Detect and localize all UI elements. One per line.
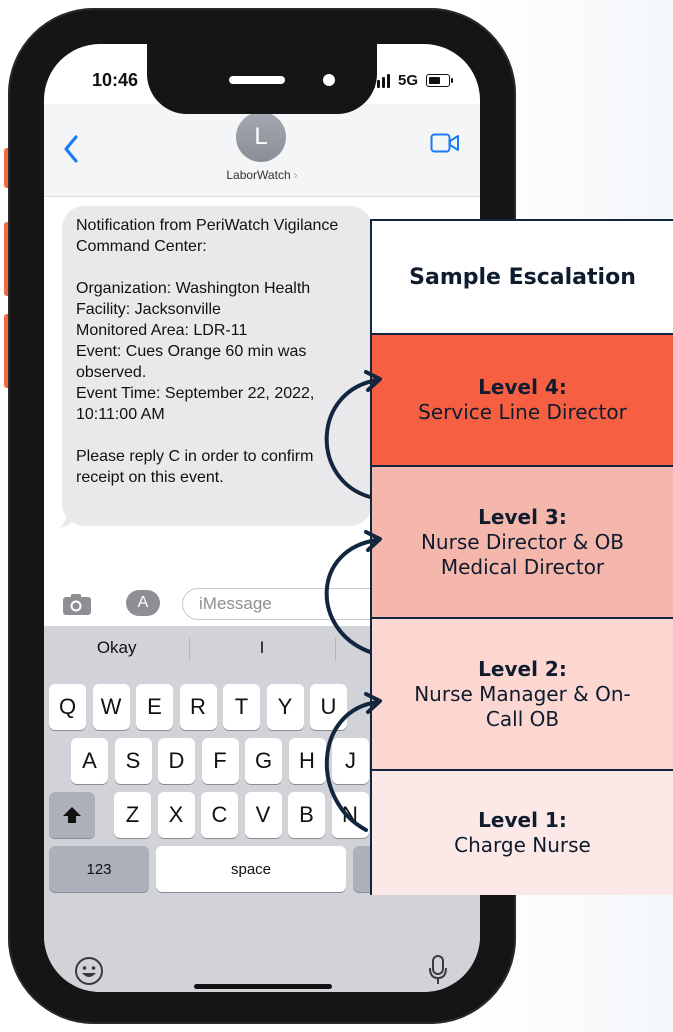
battery-icon [426, 74, 454, 87]
contact-avatar[interactable]: L [236, 112, 286, 162]
escalation-level-2: Level 2: Nurse Manager & On-Call OB [372, 617, 673, 769]
key-b[interactable]: B [288, 792, 325, 838]
network-label: 5G [398, 72, 419, 89]
chevron-right-icon: › [293, 168, 298, 182]
key-h[interactable]: H [288, 738, 326, 784]
key-a[interactable]: A [71, 738, 108, 784]
message-text: Notification from PeriWatch Vigilance Co… [76, 217, 339, 486]
shift-key[interactable] [49, 792, 95, 838]
status-indicators: 5G [372, 72, 454, 89]
key-d[interactable]: D [158, 738, 195, 784]
numbers-key[interactable]: 123 [49, 846, 149, 892]
key-q[interactable]: Q [49, 684, 86, 730]
front-camera [323, 74, 335, 86]
key-f[interactable]: F [201, 738, 239, 784]
shift-arrow-icon [63, 807, 81, 823]
level-role: Nurse Manager & On-Call OB [414, 681, 631, 731]
escalation-level-4: Level 4: Service Line Director [372, 333, 673, 465]
level-label: Level 1: [478, 808, 567, 832]
level-label: Level 3: [478, 504, 567, 529]
space-key[interactable]: space [156, 846, 346, 892]
video-call-icon[interactable] [430, 132, 460, 154]
key-r[interactable]: R [179, 684, 217, 730]
message-bubble[interactable]: Notification from PeriWatch Vigilance Co… [62, 206, 372, 526]
escalation-level-3: Level 3: Nurse Director & OB Medical Dir… [372, 465, 673, 617]
key-n[interactable]: N [331, 792, 369, 838]
conversation-header: L LaborWatch › [44, 104, 480, 197]
microphone-icon[interactable] [428, 954, 448, 986]
notch [147, 44, 377, 114]
escalation-title: Sample Escalation [409, 264, 636, 290]
key-z[interactable]: Z [114, 792, 151, 838]
key-w[interactable]: W [92, 684, 130, 730]
key-y[interactable]: Y [266, 684, 304, 730]
key-s[interactable]: S [114, 738, 152, 784]
level-role: Nurse Director & OB Medical Director [420, 529, 625, 579]
key-v[interactable]: V [244, 792, 282, 838]
contact-name-row[interactable]: LaborWatch › [44, 168, 480, 182]
escalation-level-1: Level 1: Charge Nurse [372, 769, 673, 895]
app-store-icon[interactable]: A [126, 590, 160, 616]
key-x[interactable]: X [157, 792, 195, 838]
battery-fill [429, 77, 441, 84]
key-c[interactable]: C [201, 792, 238, 838]
status-time: 10:46 [92, 70, 139, 90]
escalation-panel: Sample Escalation Level 4: Service Line … [370, 219, 673, 895]
speaker [229, 76, 285, 84]
camera-icon[interactable] [62, 592, 92, 616]
key-e[interactable]: E [136, 684, 173, 730]
key-u[interactable]: U [310, 684, 347, 730]
level-label: Level 2: [478, 656, 567, 681]
back-chevron-icon[interactable] [62, 134, 80, 164]
suggestion-2[interactable]: I [189, 626, 334, 670]
key-j[interactable]: J [332, 738, 369, 784]
escalation-title-row: Sample Escalation [372, 221, 673, 333]
emoji-icon[interactable] [74, 956, 104, 986]
level-role: Service Line Director [418, 400, 627, 424]
suggestion-1[interactable]: Okay [44, 626, 189, 670]
key-g[interactable]: G [245, 738, 282, 784]
level-label: Level 4: [478, 375, 567, 399]
level-role: Charge Nurse [454, 833, 591, 857]
home-indicator [194, 984, 332, 989]
key-t[interactable]: T [223, 684, 260, 730]
contact-name: LaborWatch [226, 168, 291, 182]
